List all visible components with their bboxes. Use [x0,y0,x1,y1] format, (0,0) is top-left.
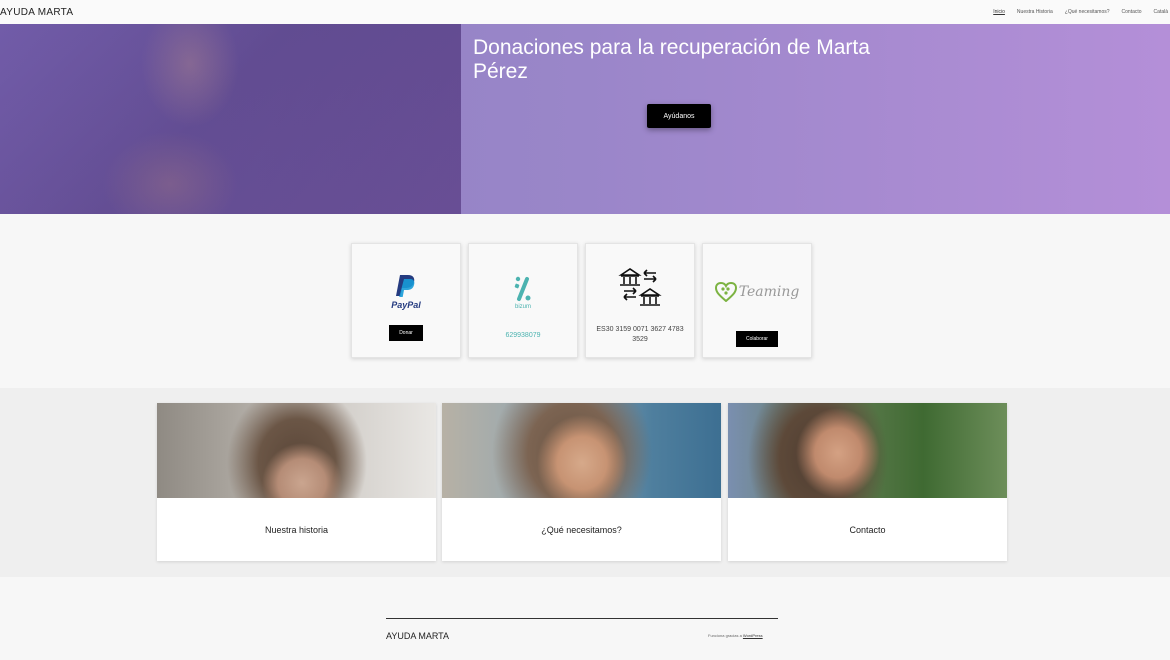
bizum-card: bizum 629938079 [468,243,578,358]
bank-transfer-card: ES30 3159 0071 3627 4783 3529 [585,243,695,358]
teaming-logo: Teaming [703,270,811,314]
hero-banner: Donaciones para la recuperación de Marta… [0,24,1170,214]
paypal-icon [396,275,415,297]
colaborar-button[interactable]: Colaborar [736,331,778,347]
hero-title: Donaciones para la recuperación de Marta… [473,36,870,83]
teaming-logo-text: Teaming [738,284,800,300]
contacto-photo [728,403,1007,498]
wordpress-link[interactable]: WordPress [743,633,763,638]
donation-methods: PayPal Donar bizum 629938079 ES30 3159 0… [351,243,812,358]
nav-item-historia[interactable]: Nuestra Historia [1017,9,1053,15]
section-label: Contacto [849,524,886,535]
bank-transfer-icon [618,268,662,306]
bizum-logo-text: bizum [514,303,531,310]
nav-item-inicio[interactable]: Inicio [993,9,1005,15]
nav-item-contacto[interactable]: Contacto [1122,9,1142,15]
section-card-contacto[interactable]: Contacto [728,403,1007,561]
paypal-card: PayPal Donar [351,243,461,358]
teaming-card: Teaming Colaborar [702,243,812,358]
main-nav: Inicio Nuestra Historia ¿Qué necesitamos… [993,9,1168,15]
bank-transfer-logo [586,264,694,308]
nav-item-catala[interactable]: Català [1154,9,1168,15]
nav-item-necesitamos[interactable]: ¿Qué necesitamos? [1065,9,1110,15]
footer-brand[interactable]: AYUDA MARTA [386,631,449,641]
bizum-icon [514,276,531,301]
paypal-logo: PayPal [352,270,460,314]
section-label: ¿Qué necesitamos? [541,524,622,535]
heart-icon [714,282,737,302]
bizum-logo: bizum [469,270,577,314]
paypal-logo-text: PayPal [391,300,421,310]
necesitamos-photo [442,403,721,498]
hero-photo [0,24,461,214]
bizum-number: 629938079 [505,332,541,339]
ayudanos-button[interactable]: Ayúdanos [647,104,711,128]
historia-photo [157,403,436,498]
section-label: Nuestra historia [264,524,329,535]
footer-divider [386,618,778,619]
section-card-necesitamos[interactable]: ¿Qué necesitamos? [442,403,721,561]
site-brand[interactable]: AYUDA MARTA [0,7,73,18]
footer-credit-text: Funciona gracias a [708,633,742,638]
footer-credit: Funciona gracias a WordPress [708,633,763,638]
site-header: AYUDA MARTA Inicio Nuestra Historia ¿Qué… [0,0,1170,24]
iban-text: ES30 3159 0071 3627 4783 3529 [596,326,684,343]
donar-button[interactable]: Donar [389,325,423,341]
section-card-historia[interactable]: Nuestra historia [157,403,436,561]
